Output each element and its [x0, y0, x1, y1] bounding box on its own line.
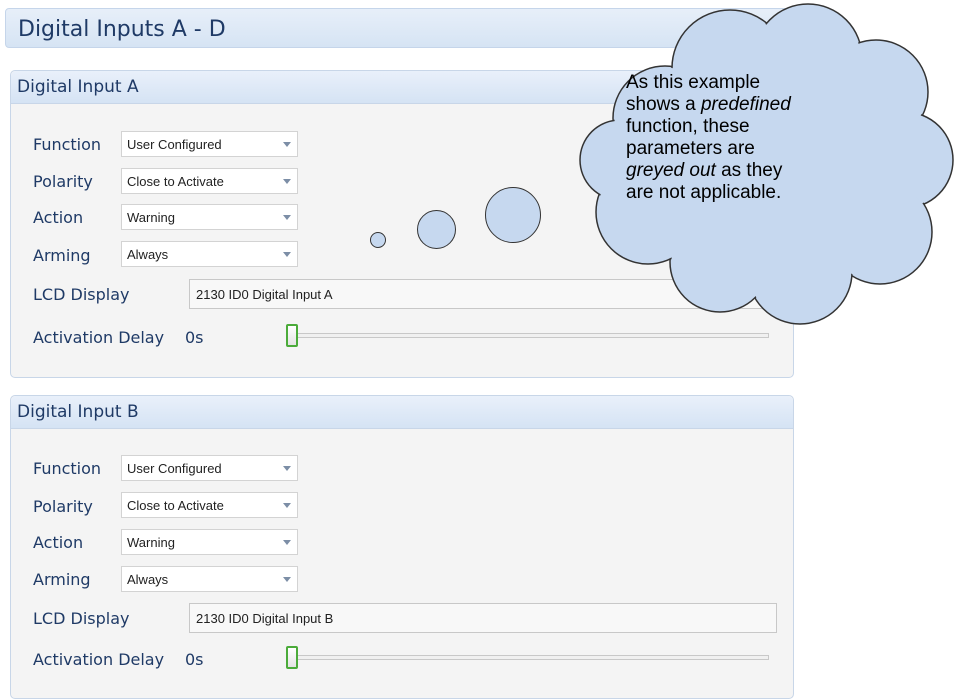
polarity-value: Close to Activate	[127, 174, 224, 189]
function-dropdown[interactable]: User Configured	[121, 131, 298, 157]
callout-line: greyed out as they	[626, 160, 876, 182]
action-dropdown[interactable]: Warning	[121, 204, 298, 230]
panel-header: Digital Input B	[11, 396, 793, 429]
callout-text-part: shows a	[626, 94, 701, 115]
arming-dropdown[interactable]: Always	[121, 566, 298, 592]
activation-delay-slider-thumb[interactable]	[286, 324, 298, 347]
arming-label: Arming	[33, 246, 91, 265]
chevron-down-icon	[283, 215, 291, 220]
activation-delay-value: 0s	[185, 650, 204, 669]
lcd-display-field[interactable]: 2130 ID0 Digital Input B	[189, 603, 777, 633]
activation-delay-label: Activation Delay	[33, 650, 165, 669]
action-label: Action	[33, 208, 84, 227]
arming-dropdown[interactable]: Always	[121, 241, 298, 267]
chevron-down-icon	[283, 577, 291, 582]
callout-emphasis: greyed out	[626, 160, 716, 181]
lcd-display-value: 2130 ID0 Digital Input B	[196, 611, 334, 626]
action-value: Warning	[127, 535, 175, 550]
activation-delay-label: Activation Delay	[33, 328, 165, 347]
chevron-down-icon	[283, 142, 291, 147]
callout-text-part: as they	[715, 160, 783, 181]
callout-line: parameters are	[626, 138, 755, 159]
function-value: User Configured	[127, 137, 222, 152]
polarity-label: Polarity	[33, 497, 93, 516]
arming-label: Arming	[33, 570, 91, 589]
action-value: Warning	[127, 210, 175, 225]
callout-line: shows a predefined	[626, 94, 876, 116]
polarity-label: Polarity	[33, 172, 93, 191]
callout-line: function, these	[626, 116, 750, 137]
function-label: Function	[33, 135, 102, 154]
action-dropdown[interactable]: Warning	[121, 529, 298, 555]
activation-delay-value: 0s	[185, 328, 204, 347]
panel-title: Digital Input B	[17, 402, 139, 422]
panel-title: Digital Input A	[17, 77, 139, 97]
callout-line: As this example	[626, 72, 761, 93]
digital-input-b-panel: Digital Input B Function User Configured…	[10, 395, 794, 699]
activation-delay-track[interactable]	[289, 655, 769, 660]
callout-emphasis: predefined	[700, 94, 791, 115]
function-value: User Configured	[127, 461, 222, 476]
polarity-value: Close to Activate	[127, 498, 224, 513]
action-label: Action	[33, 533, 84, 552]
function-dropdown[interactable]: User Configured	[121, 455, 298, 481]
activation-delay-slider-thumb[interactable]	[286, 646, 298, 669]
polarity-dropdown[interactable]: Close to Activate	[121, 168, 298, 194]
arming-value: Always	[127, 247, 169, 262]
lcd-display-label: LCD Display	[33, 285, 130, 304]
function-label: Function	[33, 459, 102, 478]
thought-bubble-large	[485, 187, 541, 243]
page-title: Digital Inputs A - D	[18, 17, 226, 42]
callout-text: As this example shows a predefined funct…	[626, 72, 876, 204]
chevron-down-icon	[283, 252, 291, 257]
polarity-dropdown[interactable]: Close to Activate	[121, 492, 298, 518]
chevron-down-icon	[283, 503, 291, 508]
thought-bubble-small	[370, 232, 386, 248]
chevron-down-icon	[283, 179, 291, 184]
arming-value: Always	[127, 572, 169, 587]
chevron-down-icon	[283, 540, 291, 545]
lcd-display-value: 2130 ID0 Digital Input A	[196, 287, 333, 302]
callout-line: are not applicable.	[626, 182, 782, 203]
chevron-down-icon	[283, 466, 291, 471]
thought-bubble-medium	[417, 210, 456, 249]
lcd-display-label: LCD Display	[33, 609, 130, 628]
